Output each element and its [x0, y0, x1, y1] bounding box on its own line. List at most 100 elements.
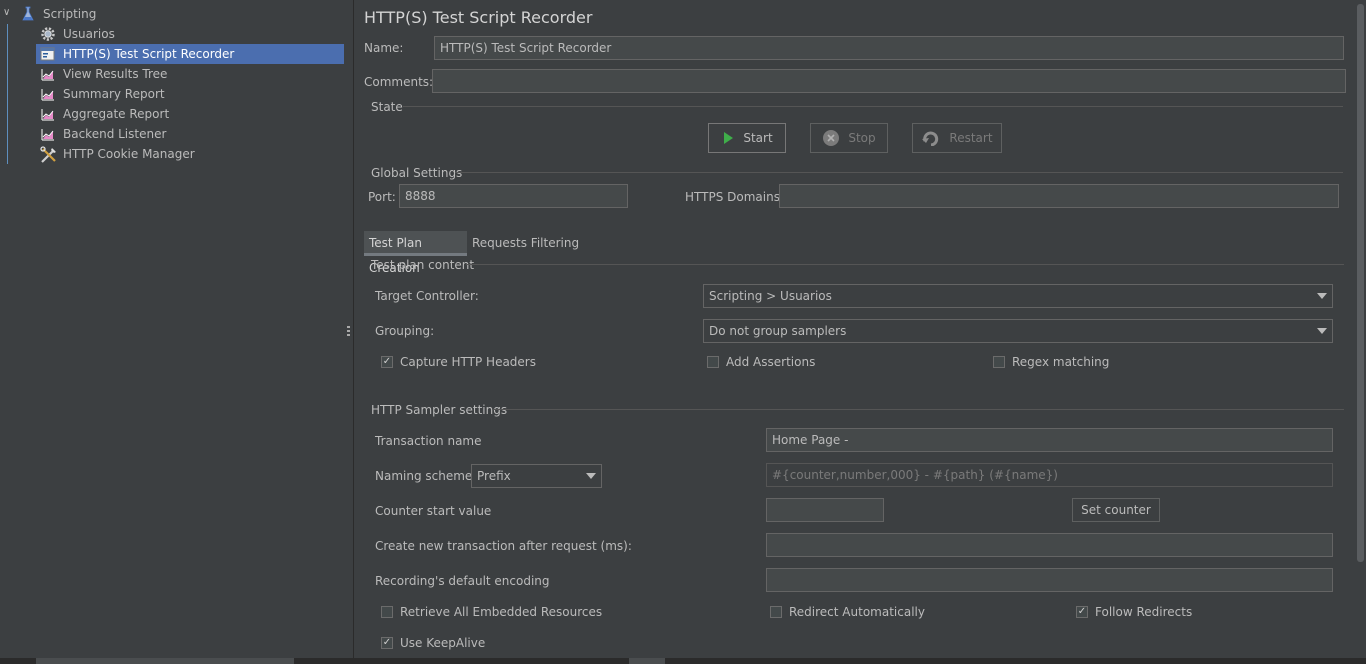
test-plan-tree: ∨ Scripting Usuarios HTTP(S) Test Script…	[0, 0, 344, 664]
https-domains-field[interactable]	[779, 184, 1339, 208]
capture-headers-label: Capture HTTP Headers	[400, 355, 536, 369]
global-settings-label: Global Settings	[371, 166, 463, 180]
capture-headers-checkbox[interactable]: ✓ Capture HTTP Headers	[381, 355, 536, 369]
split-grip-icon[interactable]	[347, 326, 350, 338]
keepalive-checkbox[interactable]: ✓ Use KeepAlive	[381, 636, 485, 650]
tree-item-label: HTTP(S) Test Script Recorder	[63, 47, 235, 61]
checkbox-unchecked-icon	[381, 606, 393, 618]
follow-redirects-checkbox[interactable]: ✓ Follow Redirects	[1076, 605, 1192, 619]
naming-scheme-value: Prefix	[477, 469, 511, 483]
tree-item-label: Summary Report	[63, 87, 165, 101]
counter-start-label: Counter start value	[375, 504, 492, 518]
http-sampler-settings-divider	[493, 409, 1344, 410]
retrieve-resources-checkbox[interactable]: Retrieve All Embedded Resources	[381, 605, 602, 619]
graph-icon	[40, 66, 58, 82]
target-controller-label: Target Controller:	[375, 289, 479, 303]
target-controller-value: Scripting > Usuarios	[709, 289, 832, 303]
restart-icon	[921, 130, 941, 146]
graph-icon	[40, 126, 58, 142]
chevron-down-icon	[1317, 328, 1327, 334]
http-sampler-settings-label: HTTP Sampler settings	[371, 403, 508, 417]
restart-button-label: Restart	[949, 131, 993, 145]
stop-icon	[822, 129, 840, 147]
set-counter-label: Set counter	[1081, 503, 1151, 517]
comments-field[interactable]	[432, 69, 1346, 93]
tools-icon	[40, 146, 58, 163]
tree-collapse-toggle-icon[interactable]: ∨	[3, 7, 10, 18]
redirect-automatically-label: Redirect Automatically	[789, 605, 925, 619]
encoding-field[interactable]	[766, 568, 1333, 592]
tree-item-aggregate-report[interactable]: Aggregate Report	[40, 104, 340, 124]
naming-scheme-select[interactable]: Prefix	[471, 464, 602, 488]
horizontal-scroll-thumb-left[interactable]	[36, 658, 294, 664]
checkbox-unchecked-icon	[993, 356, 1005, 368]
test-plan-content-divider	[466, 264, 1344, 265]
tree-item-label: Backend Listener	[63, 127, 167, 141]
naming-scheme-label: Naming scheme	[375, 469, 473, 483]
grouping-label: Grouping:	[375, 324, 435, 338]
redirect-automatically-checkbox[interactable]: Redirect Automatically	[770, 605, 925, 619]
scrollbar-thumb[interactable]	[1357, 4, 1364, 562]
gear-icon	[40, 26, 58, 42]
keepalive-label: Use KeepAlive	[400, 636, 486, 650]
tree-item-view-results-tree[interactable]: View Results Tree	[40, 64, 340, 84]
page-title: HTTP(S) Test Script Recorder	[364, 8, 593, 27]
bottom-status-strip	[0, 658, 1366, 664]
stop-button-label: Stop	[848, 131, 876, 145]
transaction-name-field[interactable]	[766, 428, 1333, 452]
new-transaction-label: Create new transaction after request (ms…	[375, 539, 632, 553]
regex-matching-label: Regex matching	[1012, 355, 1110, 369]
transaction-name-label: Transaction name	[375, 434, 482, 448]
global-settings-divider	[455, 172, 1343, 173]
tree-item-backend-listener[interactable]: Backend Listener	[40, 124, 340, 144]
horizontal-scroll-thumb-right[interactable]	[629, 658, 665, 664]
naming-pattern-field[interactable]	[766, 463, 1333, 487]
start-button[interactable]: Start	[708, 123, 786, 153]
tree-root-scripting[interactable]: Scripting	[20, 4, 340, 24]
grouping-select[interactable]: Do not group samplers	[703, 319, 1333, 343]
https-domains-label: HTTPS Domains:	[685, 190, 784, 204]
retrieve-resources-label: Retrieve All Embedded Resources	[400, 605, 603, 619]
name-field[interactable]	[434, 36, 1344, 60]
set-counter-button[interactable]: Set counter	[1072, 498, 1160, 522]
tree-item-label: View Results Tree	[63, 67, 168, 81]
follow-redirects-label: Follow Redirects	[1095, 605, 1193, 619]
regex-matching-checkbox[interactable]: Regex matching	[993, 355, 1109, 369]
tree-guide-line	[7, 24, 8, 164]
chevron-down-icon	[1317, 293, 1327, 299]
start-button-label: Start	[743, 131, 773, 145]
recorder-icon	[40, 46, 58, 62]
checkbox-checked-icon: ✓	[381, 356, 393, 368]
checkbox-unchecked-icon	[770, 606, 782, 618]
tree-item-usuarios[interactable]: Usuarios	[40, 24, 340, 44]
flask-icon	[20, 6, 38, 22]
add-assertions-checkbox[interactable]: Add Assertions	[707, 355, 815, 369]
tree-root-label: Scripting	[43, 7, 97, 21]
port-field[interactable]	[399, 184, 628, 208]
checkbox-checked-icon: ✓	[381, 637, 393, 649]
new-transaction-field[interactable]	[766, 533, 1333, 557]
tree-item-cookie-manager[interactable]: HTTP Cookie Manager	[40, 144, 340, 164]
graph-icon	[40, 106, 58, 122]
restart-button[interactable]: Restart	[912, 123, 1002, 153]
grouping-value: Do not group samplers	[709, 324, 847, 338]
tab-requests-filtering[interactable]: Requests Filtering	[467, 231, 584, 256]
target-controller-select[interactable]: Scripting > Usuarios	[703, 284, 1333, 308]
checkbox-checked-icon: ✓	[1076, 606, 1088, 618]
name-label: Name:	[364, 41, 404, 55]
counter-start-field[interactable]	[766, 498, 884, 522]
add-assertions-label: Add Assertions	[726, 355, 816, 369]
checkbox-unchecked-icon	[707, 356, 719, 368]
tree-item-summary-report[interactable]: Summary Report	[40, 84, 340, 104]
tree-item-label: Usuarios	[63, 27, 115, 41]
port-label: Port:	[368, 190, 396, 204]
stop-button[interactable]: Stop	[810, 123, 888, 153]
state-section-label: State	[371, 100, 403, 114]
tab-test-plan-creation[interactable]: Test Plan Creation	[364, 231, 467, 275]
encoding-label: Recording's default encoding	[375, 574, 550, 588]
graph-icon	[40, 86, 58, 102]
test-plan-content-label: Test plan content	[371, 258, 475, 272]
play-icon	[721, 131, 735, 145]
tree-item-recorder[interactable]: HTTP(S) Test Script Recorder	[36, 44, 344, 64]
chevron-down-icon	[586, 473, 596, 479]
